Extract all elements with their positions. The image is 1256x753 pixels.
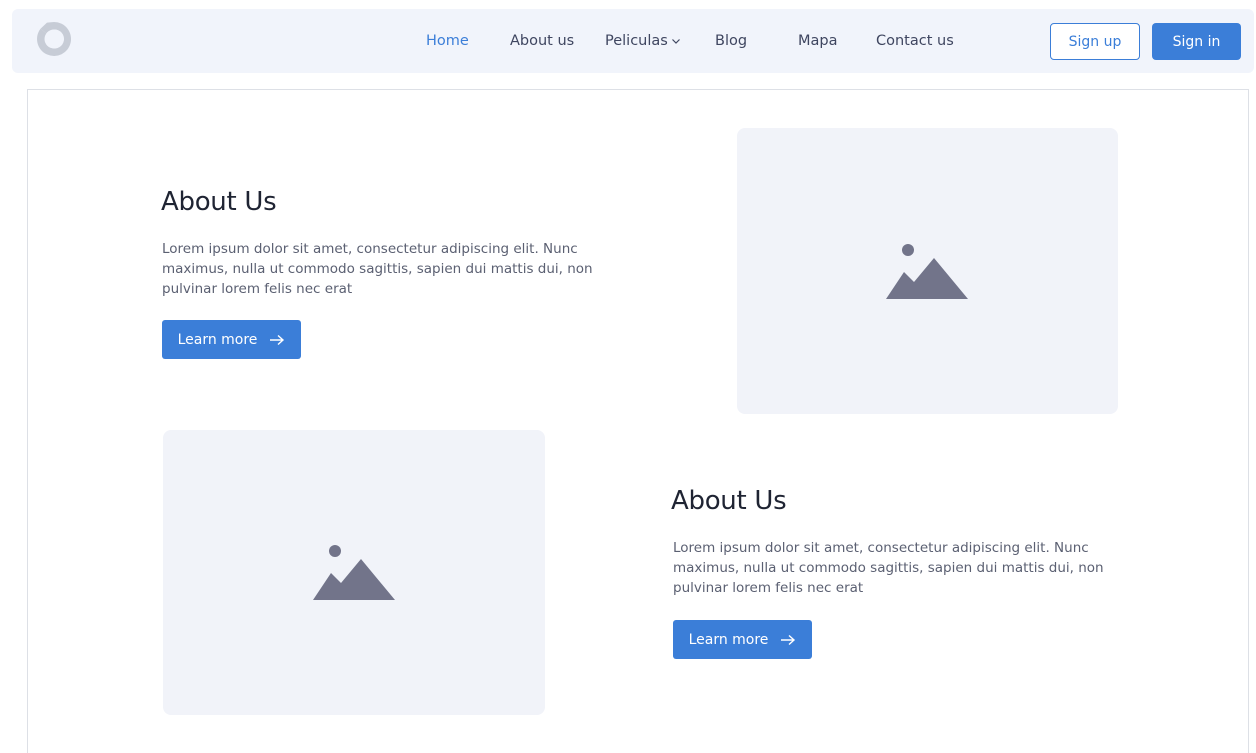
image-placeholder-1 — [737, 128, 1118, 414]
nav-link-home[interactable]: Home — [426, 9, 469, 73]
image-placeholder-icon — [886, 244, 968, 299]
sign-up-button[interactable]: Sign up — [1050, 23, 1140, 60]
nav-link-about-us[interactable]: About us — [510, 9, 574, 73]
learn-more-label: Learn more — [177, 331, 258, 348]
section-2-learn-more-button[interactable]: Learn more — [673, 620, 812, 659]
chevron-down-icon — [671, 39, 680, 44]
nav-link-peliculas-label: Peliculas — [605, 33, 668, 49]
nav-link-blog[interactable]: Blog — [715, 9, 747, 73]
nav-link-contact-us[interactable]: Contact us — [876, 9, 954, 73]
section-2-body: Lorem ipsum dolor sit amet, consectetur … — [673, 540, 1104, 596]
logo-ring-icon[interactable] — [34, 19, 74, 59]
top-navbar: Home About us Peliculas Blog Mapa Contac… — [12, 9, 1254, 73]
arrow-right-icon — [781, 634, 796, 645]
section-2-title: About Us — [671, 486, 787, 516]
section-1-learn-more-button[interactable]: Learn more — [162, 320, 301, 359]
image-placeholder-icon — [313, 545, 395, 600]
sign-in-button[interactable]: Sign in — [1152, 23, 1241, 60]
section-1-body: Lorem ipsum dolor sit amet, consectetur … — [162, 241, 593, 297]
content-frame: About Us Lorem ipsum dolor sit amet, con… — [27, 89, 1249, 753]
learn-more-label: Learn more — [688, 631, 769, 648]
nav-link-peliculas[interactable]: Peliculas — [605, 9, 681, 73]
section-1-title: About Us — [161, 187, 277, 217]
image-placeholder-2 — [163, 430, 545, 715]
arrow-right-icon — [270, 334, 285, 345]
nav-link-mapa[interactable]: Mapa — [798, 9, 838, 73]
